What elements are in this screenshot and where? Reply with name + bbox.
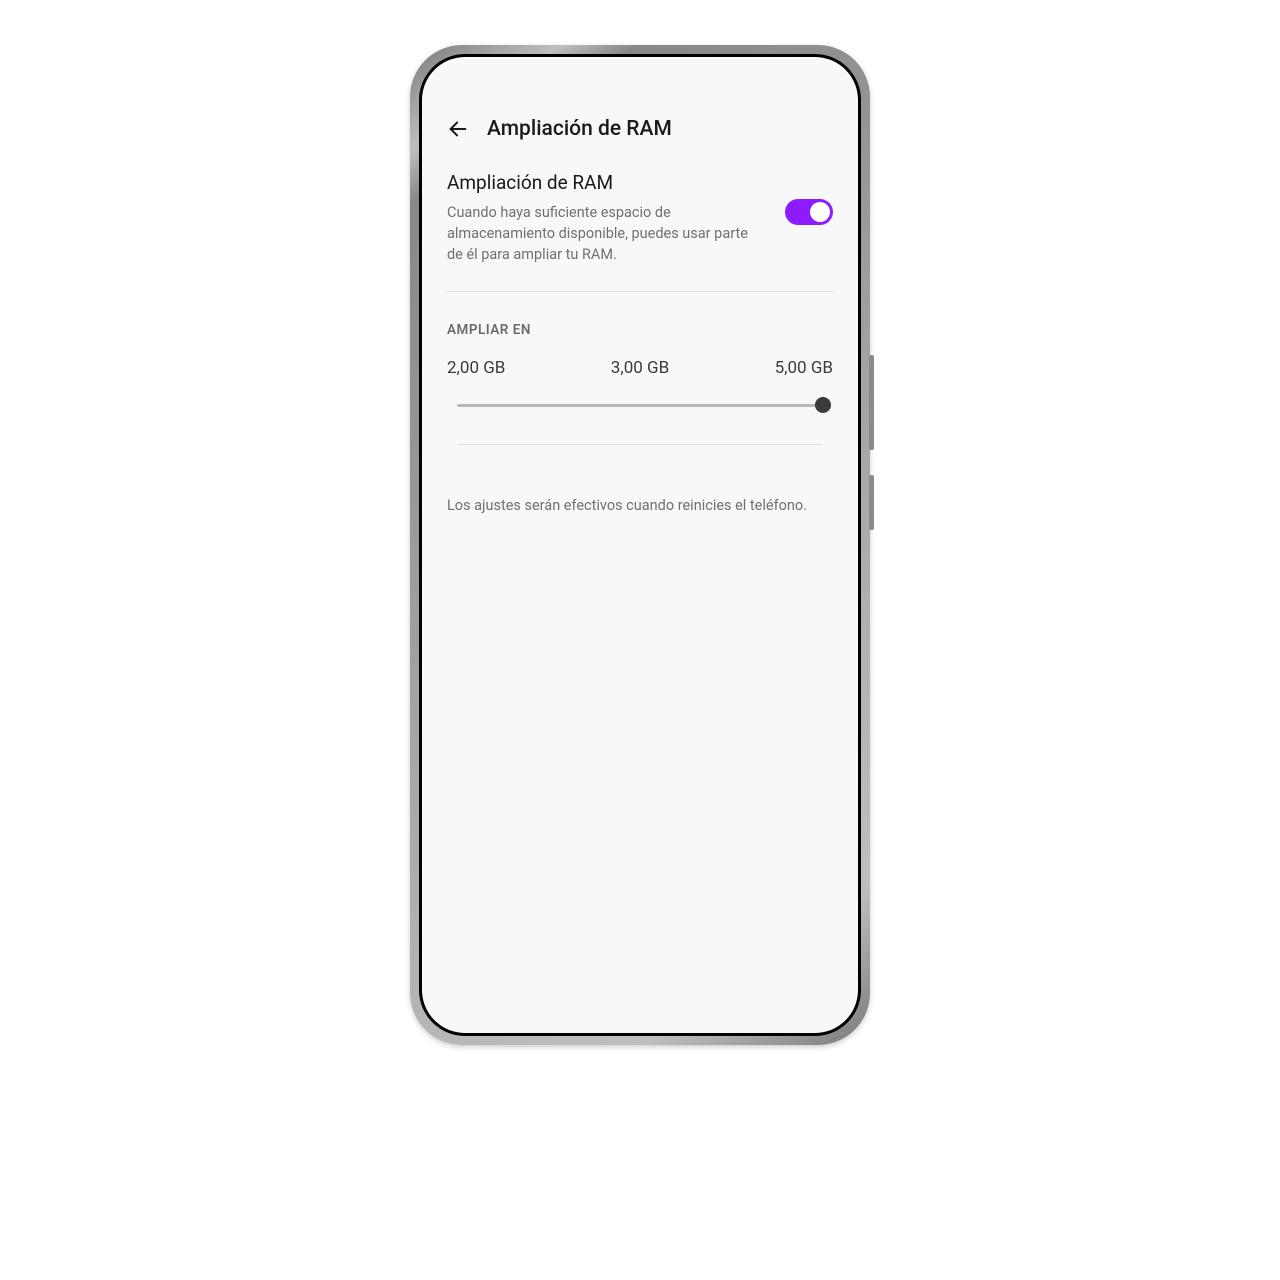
page-title: Ampliación de RAM [487, 117, 672, 141]
phone-screen: Ampliación de RAM Ampliación de RAM Cuan… [422, 57, 858, 1033]
setting-title: Ampliación de RAM [447, 171, 765, 194]
slider-option-2[interactable]: 5,00 GB [775, 358, 833, 378]
toggle-knob [810, 202, 830, 222]
ram-extension-setting: Ampliación de RAM Cuando haya suficiente… [447, 171, 833, 292]
slider-thumb[interactable] [815, 397, 831, 413]
slider-track [457, 404, 823, 407]
power-button [869, 475, 874, 530]
ram-extension-toggle[interactable] [785, 199, 833, 225]
slider-labels: 2,00 GB 3,00 GB 5,00 GB [447, 358, 833, 378]
back-arrow-icon[interactable] [447, 118, 469, 140]
slider-option-0[interactable]: 2,00 GB [447, 358, 505, 378]
ram-size-slider[interactable] [457, 396, 823, 445]
header-row: Ampliación de RAM [447, 57, 833, 171]
setting-text: Ampliación de RAM Cuando haya suficiente… [447, 171, 765, 265]
slider-option-1[interactable]: 3,00 GB [611, 358, 669, 378]
phone-bezel: Ampliación de RAM Ampliación de RAM Cuan… [419, 54, 861, 1036]
phone-frame: Ampliación de RAM Ampliación de RAM Cuan… [410, 45, 870, 1045]
volume-button [869, 355, 874, 450]
setting-description: Cuando haya suficiente espacio de almace… [447, 202, 765, 265]
expand-section-label: AMPLIAR EN [447, 292, 833, 358]
footer-note: Los ajustes serán efectivos cuando reini… [447, 475, 833, 514]
